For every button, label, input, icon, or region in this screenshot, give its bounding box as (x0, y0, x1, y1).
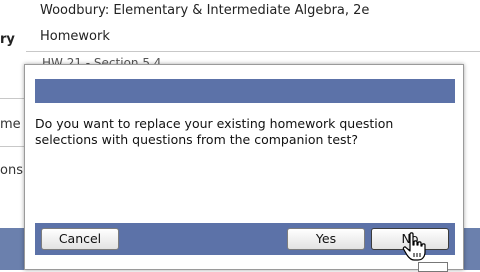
yes-button[interactable]: Yes (287, 228, 365, 250)
tooltip (418, 262, 448, 272)
course-title: Woodbury: Elementary & Intermediate Alge… (40, 3, 370, 18)
left-nav-label[interactable]: ons (0, 163, 23, 178)
homework-label: Homework (40, 29, 110, 44)
cancel-button[interactable]: Cancel (41, 228, 119, 250)
dialog-message: Do you want to replace your existing hom… (35, 116, 394, 147)
left-nav-label[interactable]: ry (0, 32, 15, 47)
divider (26, 51, 480, 52)
confirm-dialog: Do you want to replace your existing hom… (24, 64, 464, 270)
left-nav-label[interactable]: me (0, 117, 21, 132)
hand-pointer-icon (402, 232, 426, 261)
dialog-titlebar[interactable] (35, 79, 455, 103)
dialog-footer: Cancel Yes No (35, 223, 455, 255)
left-divider (0, 98, 26, 99)
left-divider (0, 146, 26, 147)
